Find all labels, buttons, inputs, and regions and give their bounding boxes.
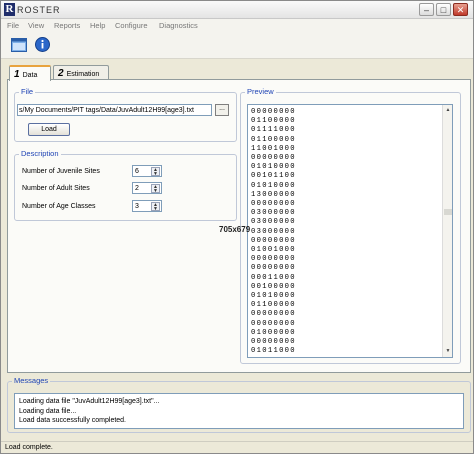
file-path-input[interactable]: s/My Documents/PIT tags/Data/JuvAdult12H… bbox=[17, 104, 212, 116]
message-line: Loading data file... bbox=[19, 408, 77, 415]
preview-row: 00000000 bbox=[251, 108, 296, 116]
stepper-arrows-icon[interactable]: ▲ ▼ bbox=[151, 184, 160, 194]
preview-row: 00011000 bbox=[251, 273, 296, 282]
preview-row: 03000000 bbox=[251, 227, 296, 236]
message-line: Load data successfully completed. bbox=[19, 417, 127, 424]
browse-button[interactable]: ... bbox=[215, 104, 229, 116]
load-button[interactable]: Load bbox=[28, 123, 70, 136]
title-bar[interactable]: R ROSTER – □ ✕ bbox=[1, 1, 473, 19]
preview-row: 01100000 bbox=[251, 117, 296, 126]
info-icon[interactable] bbox=[35, 37, 50, 52]
juvenile-sites-stepper[interactable]: 6 ▲ ▼ bbox=[132, 165, 162, 177]
preview-row: 00101100 bbox=[251, 172, 296, 181]
status-text: Load complete. bbox=[5, 444, 53, 451]
minimize-button[interactable]: – bbox=[419, 3, 434, 16]
overlay-text: 705x679 bbox=[219, 225, 251, 234]
age-classes-stepper[interactable]: 3 ▲ ▼ bbox=[132, 200, 162, 212]
app-logo-icon: R bbox=[4, 3, 15, 16]
age-classes-label: Number of Age Classes bbox=[22, 203, 96, 210]
preview-row: 00000000 bbox=[251, 236, 296, 245]
preview-group-title: Preview bbox=[245, 87, 276, 96]
maximize-button[interactable]: □ bbox=[436, 3, 451, 16]
toolbar bbox=[1, 33, 473, 59]
menu-view[interactable]: View bbox=[28, 21, 44, 30]
close-button[interactable]: ✕ bbox=[453, 3, 468, 16]
preview-row: 01010000 bbox=[251, 181, 296, 190]
scroll-up-icon[interactable]: ▲ bbox=[444, 106, 452, 114]
tab-data-label: Data bbox=[22, 72, 38, 79]
menu-help[interactable]: Help bbox=[90, 21, 105, 30]
preview-row: 01100000 bbox=[251, 301, 296, 310]
preview-row: 03000000 bbox=[251, 218, 296, 227]
window-layout-icon[interactable] bbox=[11, 38, 27, 52]
tab-estimation[interactable]: 2 Estimation bbox=[53, 65, 109, 80]
scroll-down-icon[interactable]: ▼ bbox=[444, 347, 452, 355]
preview-row: 01000000 bbox=[251, 328, 296, 337]
scroll-thumb[interactable] bbox=[444, 209, 452, 215]
file-group-title: File bbox=[19, 87, 36, 96]
tab-data-number: 1 bbox=[14, 69, 20, 80]
messages-group-title: Messages bbox=[12, 376, 51, 385]
preview-row: 00000000 bbox=[251, 338, 296, 346]
menu-diagnostics[interactable]: Diagnostics bbox=[159, 21, 198, 30]
juvenile-sites-label: Number of Juvenile Sites bbox=[22, 168, 100, 175]
juvenile-sites-value: 6 bbox=[135, 168, 139, 175]
stepper-arrows-icon[interactable]: ▲ ▼ bbox=[151, 167, 160, 177]
description-group-title: Description bbox=[19, 149, 61, 158]
app-title: ROSTER bbox=[17, 5, 61, 15]
adult-sites-label: Number of Adult Sites bbox=[22, 185, 90, 192]
adult-sites-stepper[interactable]: 2 ▲ ▼ bbox=[132, 182, 162, 194]
file-path-value: s/My Documents/PIT tags/Data/JuvAdult12H… bbox=[19, 107, 194, 114]
preview-row: 13000000 bbox=[251, 190, 296, 199]
menu-reports[interactable]: Reports bbox=[54, 21, 80, 30]
age-classes-value: 3 bbox=[135, 203, 139, 210]
preview-row: 00000000 bbox=[251, 319, 296, 328]
tab-estimation-label: Estimation bbox=[66, 71, 100, 78]
preview-row: 00000000 bbox=[251, 200, 296, 208]
preview-row: 01011000 bbox=[251, 347, 296, 356]
main-window: R ROSTER – □ ✕ File View Reports Help Co… bbox=[0, 0, 474, 454]
messages-log[interactable]: Loading data file "JuvAdult12H99[age3].t… bbox=[14, 393, 464, 429]
preview-scrollbar[interactable]: ▲ ▼ bbox=[442, 105, 452, 357]
preview-row: 00000000 bbox=[251, 255, 296, 264]
adult-sites-value: 2 bbox=[135, 185, 139, 192]
menu-configure[interactable]: Configure bbox=[115, 21, 148, 30]
preview-row: 01010000 bbox=[251, 163, 296, 172]
tab-data[interactable]: 1 Data bbox=[9, 65, 51, 81]
preview-row: 11001000 bbox=[251, 144, 296, 153]
status-bar: Load complete. bbox=[1, 441, 473, 453]
preview-row: 01100000 bbox=[251, 135, 296, 144]
preview-list[interactable]: 00000000 01100000 01111000 01100000 11001000… bbox=[247, 104, 453, 358]
preview-row: 01001000 bbox=[251, 246, 296, 254]
tab-estimation-number: 2 bbox=[58, 68, 64, 79]
stepper-arrows-icon[interactable]: ▲ ▼ bbox=[151, 202, 160, 212]
message-line: Loading data file "JuvAdult12H99[age3].t… bbox=[19, 398, 160, 405]
preview-row: 00100000 bbox=[251, 282, 296, 291]
preview-row: 01111000 bbox=[251, 126, 296, 135]
preview-row: 00000000 bbox=[251, 154, 296, 162]
menu-bar: File View Reports Help Configure Diagnos… bbox=[1, 19, 473, 33]
menu-file[interactable]: File bbox=[7, 21, 19, 30]
preview-row: 01010000 bbox=[251, 292, 296, 300]
preview-row: 03000000 bbox=[251, 209, 296, 218]
preview-row: 00000000 bbox=[251, 310, 296, 319]
preview-row: 00000000 bbox=[251, 264, 296, 273]
